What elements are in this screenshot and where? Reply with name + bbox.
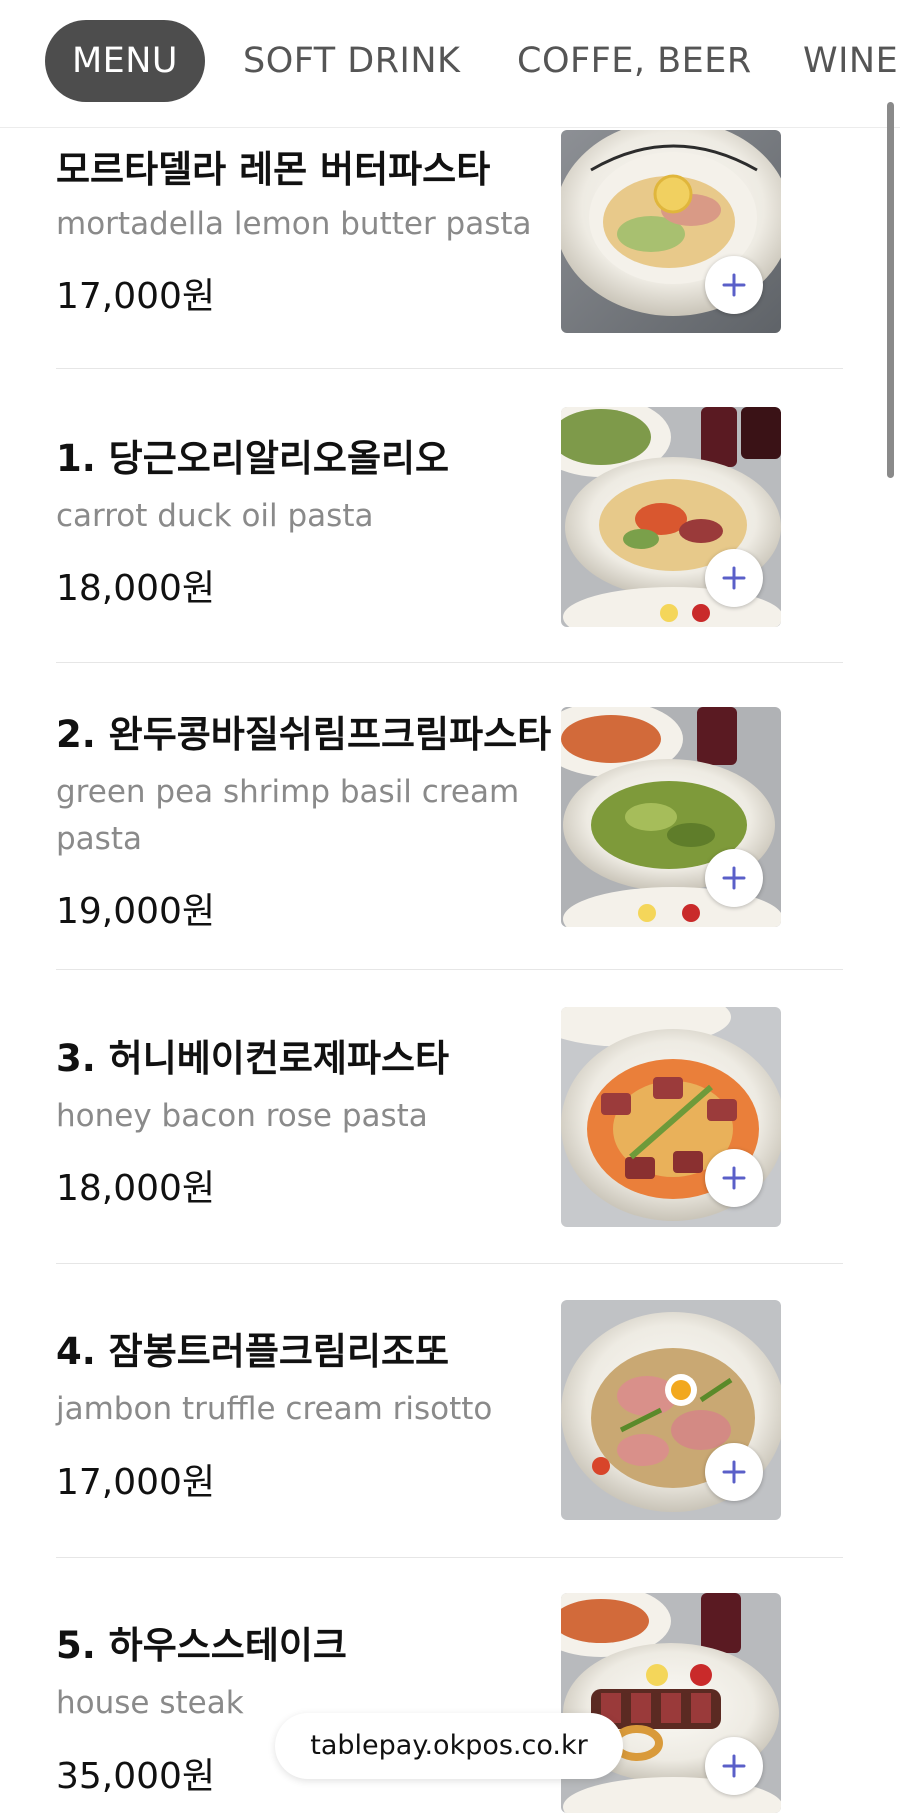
plus-icon: [722, 1754, 746, 1778]
menu-item-name: 모르타델라 레몬 버터파스타: [56, 148, 491, 191]
menu-item-name: 4. 잠봉트러플크림리조또: [56, 1330, 450, 1373]
add-button[interactable]: [705, 1737, 763, 1795]
category-tab-bar: MENU SOFT DRINK COFFE, BEER WINE: [0, 0, 900, 128]
menu-item-description: jambon truffle cream risotto: [56, 1391, 493, 1427]
menu-item-price: 19,000원: [56, 891, 216, 932]
menu-item-name: 5. 하우스스테이크: [56, 1624, 347, 1667]
add-button[interactable]: [705, 1443, 763, 1501]
menu-screen: MENU SOFT DRINK COFFE, BEER WINE 모르타델라 레…: [0, 0, 900, 1813]
menu-item-price: 18,000원: [56, 568, 216, 609]
plus-icon: [722, 566, 746, 590]
menu-item-price: 17,000원: [56, 276, 216, 317]
menu-item-description: mortadella lemon butter pasta: [56, 206, 532, 242]
add-button[interactable]: [705, 256, 763, 314]
menu-item-description: carrot duck oil pasta: [56, 498, 374, 534]
menu-item-description: green pea shrimp basil cream pasta: [56, 774, 520, 857]
add-button[interactable]: [705, 1149, 763, 1207]
menu-item-name: 3. 허니베이컨로제파스타: [56, 1037, 450, 1080]
plus-icon: [722, 1166, 746, 1190]
site-domain-pill: tablepay.okpos.co.kr: [275, 1713, 623, 1779]
menu-item-name: 2. 완두콩바질쉬림프크림파스타: [56, 713, 552, 756]
tab-menu[interactable]: MENU: [45, 20, 205, 102]
add-button[interactable]: [705, 549, 763, 607]
menu-item-name: 1. 당근오리알리오올리오: [56, 437, 450, 480]
plus-icon: [722, 273, 746, 297]
tab-soft-drink[interactable]: SOFT DRINK: [243, 20, 461, 102]
add-button[interactable]: [705, 849, 763, 907]
plus-icon: [722, 1460, 746, 1484]
tab-wine[interactable]: WINE: [803, 20, 898, 102]
menu-item-description: honey bacon rose pasta: [56, 1098, 428, 1134]
menu-item-price: 18,000원: [56, 1168, 216, 1209]
plus-icon: [722, 866, 746, 890]
scrollbar[interactable]: [887, 102, 894, 478]
menu-item-price: 35,000원: [56, 1756, 216, 1797]
menu-item-price: 17,000원: [56, 1462, 216, 1503]
tab-coffee-beer[interactable]: COFFE, BEER: [517, 20, 752, 102]
